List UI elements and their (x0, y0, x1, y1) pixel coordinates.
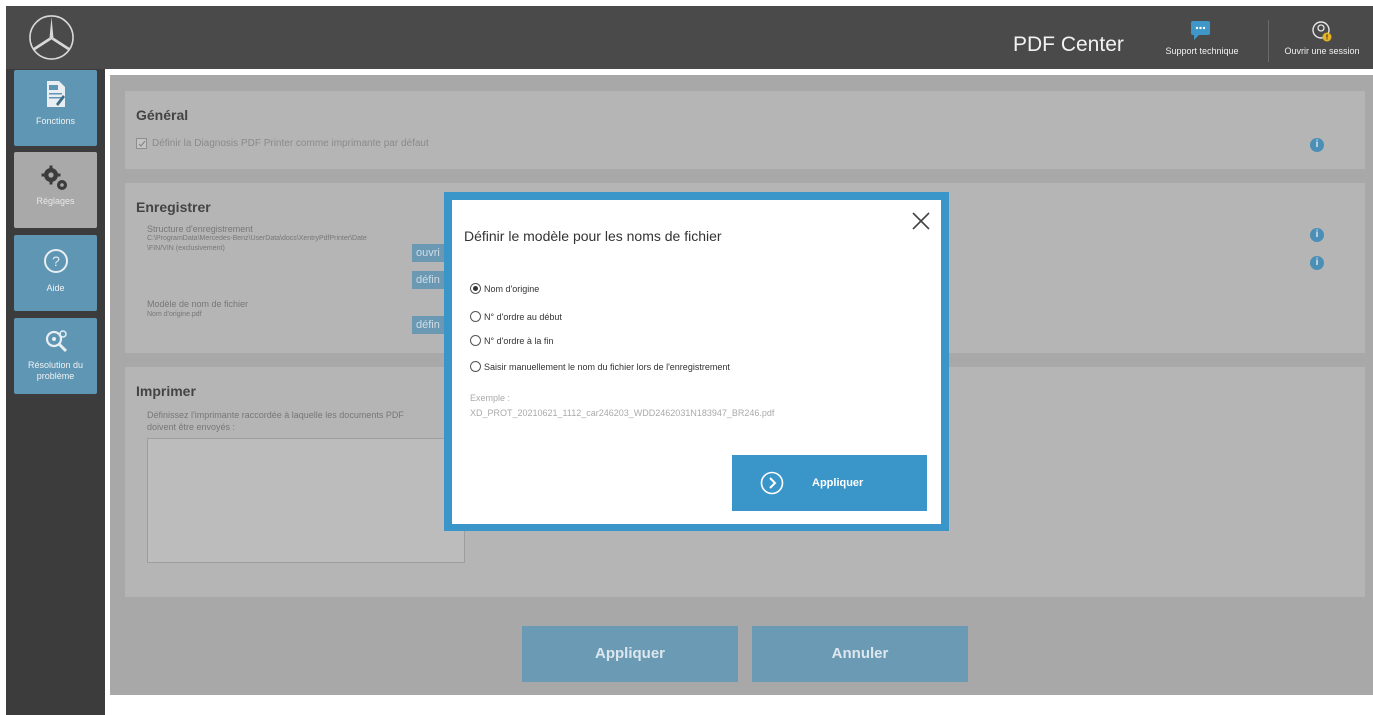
option-label: Saisir manuellement le nom du fichier lo… (484, 361, 730, 372)
example-label: Exemple : (470, 393, 511, 403)
radio-button[interactable] (470, 335, 481, 346)
svg-text:?: ? (52, 253, 60, 269)
sidebar: Fonctions Réglages ? Aide Résolution du … (6, 69, 105, 715)
gears-icon (41, 165, 67, 190)
default-printer-checkbox-row[interactable]: Définir la Diagnosis PDF Printer comme i… (136, 138, 429, 149)
header-divider (1268, 20, 1269, 62)
example-value: XD_PROT_20210621_1112_car246203_WDD24620… (470, 408, 775, 418)
support-button[interactable]: Support technique (1152, 19, 1252, 56)
structure-path-2: \FIN/VIN (exclusivement) (147, 245, 225, 252)
mercedes-star-logo-icon[interactable] (28, 14, 75, 61)
user-warning-icon (1312, 21, 1332, 42)
support-label: Support technique (1165, 46, 1239, 56)
option-order-end[interactable]: N° d'ordre à la fin (470, 335, 553, 346)
sidebar-item-resolution[interactable]: Résolution du problème (14, 318, 97, 394)
check-icon (138, 140, 146, 147)
structure-label: Structure d'enregistrement (147, 224, 253, 234)
open-folder-button[interactable]: ouvri (412, 244, 444, 262)
filename-value: Nom d'origine.pdf (147, 311, 202, 318)
chat-bubble-icon (1191, 21, 1210, 40)
session-label: Ouvrir une session (1284, 46, 1360, 56)
sidebar-item-label: Résolution du problème (27, 360, 84, 381)
radio-button[interactable] (470, 311, 481, 322)
pdf-document-icon (46, 81, 65, 107)
general-title: Général (136, 107, 189, 123)
login-button[interactable]: Ouvrir une session (1272, 19, 1372, 56)
gear-search-icon (45, 330, 67, 353)
sidebar-item-reglages[interactable]: Réglages (14, 152, 97, 228)
define-filename-button[interactable]: défin (412, 316, 444, 334)
sidebar-item-label: Aide (46, 283, 65, 293)
sidebar-item-label: Réglages (36, 196, 75, 206)
define-structure-button[interactable]: défin (412, 271, 444, 289)
top-bar: PDF Center Support technique Ouvrir une … (6, 6, 1373, 69)
app-title: PDF Center (1013, 33, 1124, 56)
info-icon[interactable]: i (1310, 138, 1324, 152)
apply-button[interactable]: Appliquer (522, 626, 738, 682)
info-icon[interactable]: i (1310, 256, 1324, 270)
option-original-name[interactable]: Nom d'origine (470, 283, 539, 294)
dialog-apply-button[interactable]: Appliquer (732, 455, 927, 511)
close-icon[interactable] (910, 210, 932, 232)
print-description-1: Définissez l'imprimante raccordée à laqu… (147, 410, 404, 420)
cancel-button[interactable]: Annuler (752, 626, 968, 682)
arrow-right-circle-icon (760, 471, 784, 495)
print-description-2: doivent être envoyés : (147, 422, 236, 432)
radio-button[interactable] (470, 361, 481, 372)
structure-path-1: C:\ProgramData\Mercedes-Benz\UserData\do… (147, 235, 367, 242)
sidebar-item-fonctions[interactable]: Fonctions (14, 70, 97, 146)
question-icon: ? (43, 249, 68, 273)
radio-button[interactable] (470, 283, 481, 294)
save-title: Enregistrer (136, 199, 211, 215)
default-printer-checkbox[interactable] (136, 138, 147, 149)
option-order-start[interactable]: N° d'ordre au début (470, 311, 562, 322)
default-printer-label: Définir la Diagnosis PDF Printer comme i… (152, 138, 429, 149)
dialog-title: Définir le modèle pour les noms de fichi… (464, 228, 722, 244)
filename-label: Modèle de nom de fichier (147, 299, 249, 309)
print-title: Imprimer (136, 383, 196, 399)
sidebar-item-label: Fonctions (35, 116, 76, 126)
option-label: N° d'ordre à la fin (484, 335, 554, 346)
option-label: Nom d'origine (484, 283, 540, 294)
sidebar-item-aide[interactable]: ? Aide (14, 235, 97, 311)
dialog-body: Définir le modèle pour les noms de fichi… (452, 200, 941, 524)
info-icon[interactable]: i (1310, 228, 1324, 242)
dialog-apply-label: Appliquer (812, 477, 864, 489)
option-label: N° d'ordre au début (484, 311, 562, 322)
printer-list[interactable] (147, 438, 465, 563)
general-panel: Général Définir la Diagnosis PDF Printer… (125, 91, 1365, 169)
option-manual-name[interactable]: Saisir manuellement le nom du fichier lo… (470, 361, 730, 372)
filename-template-dialog: Définir le modèle pour les noms de fichi… (444, 192, 949, 531)
